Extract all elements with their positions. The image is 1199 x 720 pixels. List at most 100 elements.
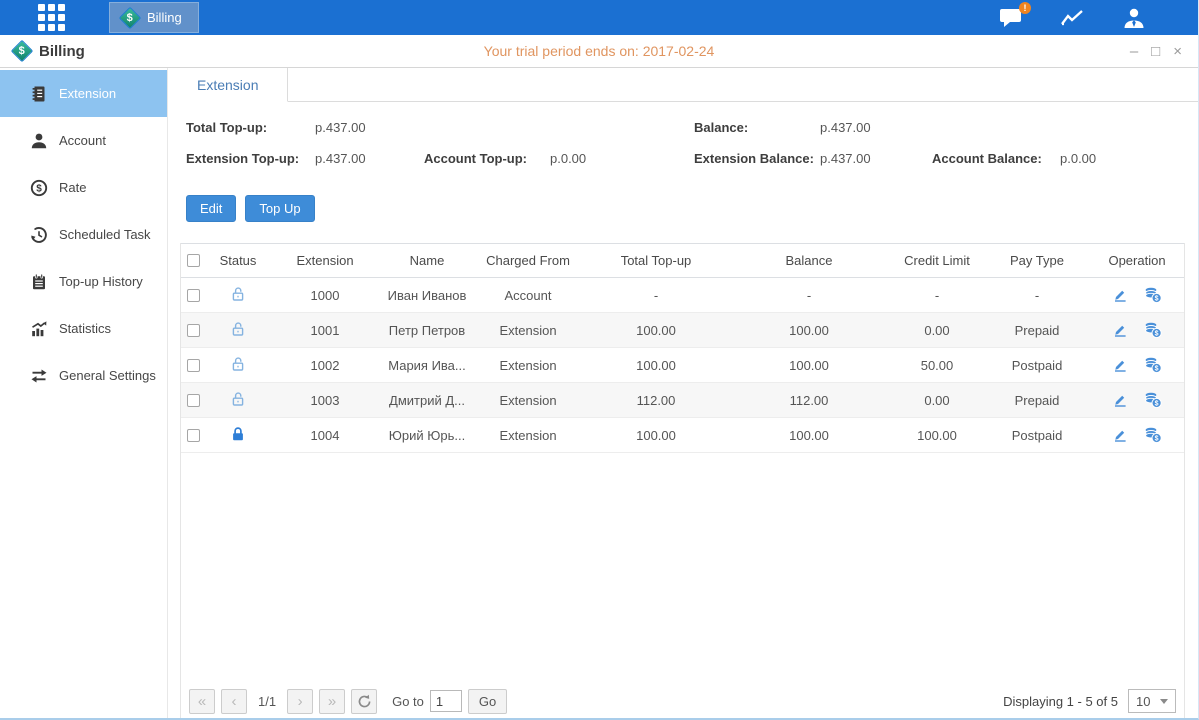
row-checkbox[interactable] bbox=[187, 394, 200, 407]
clock-history-icon bbox=[30, 226, 48, 244]
prev-page-button[interactable]: ‹ bbox=[221, 689, 247, 714]
topbar-app-tab-billing[interactable]: $ Billing bbox=[109, 2, 199, 33]
row-checkbox[interactable] bbox=[187, 429, 200, 442]
close-icon[interactable]: × bbox=[1173, 44, 1182, 59]
top-up-button[interactable]: Top Up bbox=[245, 195, 314, 222]
apps-grid-icon[interactable] bbox=[38, 4, 65, 31]
first-page-button[interactable]: « bbox=[189, 689, 215, 714]
credit-limit-cell: 0.00 bbox=[887, 323, 987, 338]
select-all-checkbox[interactable] bbox=[187, 254, 200, 267]
page-size-value: 10 bbox=[1136, 694, 1150, 709]
svg-text:$: $ bbox=[36, 183, 42, 194]
next-page-button[interactable]: › bbox=[287, 689, 313, 714]
last-page-button[interactable]: » bbox=[319, 689, 345, 714]
pay-type-cell: - bbox=[987, 288, 1087, 303]
table-header: StatusExtensionNameCharged FromTotal Top… bbox=[181, 243, 1184, 278]
account-topup-value: p.0.00 bbox=[550, 151, 586, 166]
column-header: Extension bbox=[271, 253, 379, 268]
balance-cell: 112.00 bbox=[731, 393, 887, 408]
sidebar-item-rate[interactable]: $Rate bbox=[0, 164, 167, 211]
table-row: 1000Иван ИвановAccount----$ bbox=[181, 278, 1184, 313]
name-cell: Юрий Юрь... bbox=[379, 428, 475, 443]
tab-extension[interactable]: Extension bbox=[168, 68, 288, 102]
action-buttons: Edit Top Up bbox=[186, 195, 1198, 222]
edit-icon[interactable] bbox=[1112, 287, 1128, 303]
edit-icon[interactable] bbox=[1112, 427, 1128, 443]
account-topup-label: Account Top-up: bbox=[424, 151, 527, 166]
notepad-icon bbox=[30, 273, 48, 291]
credit-limit-cell: 50.00 bbox=[887, 358, 987, 373]
pay-type-cell: Prepaid bbox=[987, 323, 1087, 338]
edit-icon[interactable] bbox=[1112, 392, 1128, 408]
edit-icon[interactable] bbox=[1112, 322, 1128, 338]
charged-from-cell: Extension bbox=[475, 393, 581, 408]
extension-cell: 1002 bbox=[271, 358, 379, 373]
go-button[interactable]: Go bbox=[468, 689, 507, 714]
edit-icon[interactable] bbox=[1112, 357, 1128, 373]
maximize-icon[interactable]: □ bbox=[1151, 44, 1160, 59]
operation-cell: $ bbox=[1087, 287, 1187, 303]
titlebar: $ Billing Your trial period ends on: 201… bbox=[0, 35, 1198, 68]
column-header: Operation bbox=[1087, 253, 1187, 268]
row-checkbox-cell bbox=[181, 394, 205, 407]
table-row: 1003Дмитрий Д...Extension112.00112.000.0… bbox=[181, 383, 1184, 418]
notification-badge: ! bbox=[1019, 2, 1031, 14]
extension-table: StatusExtensionNameCharged FromTotal Top… bbox=[180, 243, 1185, 718]
page-size-select[interactable]: 10 bbox=[1128, 689, 1176, 713]
top-up-coins-icon[interactable]: $ bbox=[1144, 322, 1162, 338]
title-left: $ Billing bbox=[14, 43, 85, 60]
pagination-controls: « ‹ 1/1 › » Go to Go bbox=[189, 689, 507, 714]
balance-value: p.437.00 bbox=[820, 120, 871, 135]
column-header: Credit Limit bbox=[887, 253, 987, 268]
top-up-coins-icon[interactable]: $ bbox=[1144, 427, 1162, 443]
window-title: Billing bbox=[39, 43, 85, 60]
ledger-icon bbox=[30, 85, 48, 103]
sidebar-item-statistics[interactable]: Statistics bbox=[0, 305, 167, 352]
column-header: Charged From bbox=[475, 253, 581, 268]
sidebar-item-top-up-history[interactable]: Top-up History bbox=[0, 258, 167, 305]
pagination-bar: « ‹ 1/1 › » Go to Go Displaying 1 - 5 of bbox=[181, 684, 1184, 718]
refresh-button[interactable] bbox=[351, 689, 377, 714]
row-checkbox[interactable] bbox=[187, 359, 200, 372]
sidebar-item-scheduled-task[interactable]: Scheduled Task bbox=[0, 211, 167, 258]
status-cell bbox=[205, 286, 271, 305]
extension-cell: 1000 bbox=[271, 288, 379, 303]
top-up-coins-icon[interactable]: $ bbox=[1144, 287, 1162, 303]
transfer-arrows-icon bbox=[30, 367, 48, 385]
extension-balance-value: p.437.00 bbox=[820, 151, 871, 166]
top-up-coins-icon[interactable]: $ bbox=[1144, 392, 1162, 408]
chevron-down-icon bbox=[1160, 699, 1168, 704]
operation-cell: $ bbox=[1087, 427, 1187, 443]
svg-text:$: $ bbox=[1155, 400, 1159, 407]
row-checkbox[interactable] bbox=[187, 289, 200, 302]
balance-label: Balance: bbox=[694, 120, 748, 135]
table-row: 1004Юрий Юрь...Extension100.00100.00100.… bbox=[181, 418, 1184, 453]
page-indicator: 1/1 bbox=[258, 694, 276, 709]
sidebar-item-extension[interactable]: Extension bbox=[0, 70, 167, 117]
charged-from-cell: Extension bbox=[475, 358, 581, 373]
row-checkbox-cell bbox=[181, 324, 205, 337]
lock-closed-icon bbox=[230, 426, 246, 442]
sidebar-item-label: Top-up History bbox=[59, 274, 143, 289]
goto-page-input[interactable] bbox=[430, 690, 462, 712]
row-checkbox-cell bbox=[181, 359, 205, 372]
monitor-chart-icon[interactable] bbox=[1060, 7, 1086, 28]
total-topup-label: Total Top-up: bbox=[186, 120, 267, 135]
minimize-icon[interactable]: – bbox=[1130, 44, 1138, 59]
svg-text:$: $ bbox=[1155, 295, 1159, 302]
sidebar-item-account[interactable]: Account bbox=[0, 117, 167, 164]
messages-icon[interactable]: ! bbox=[999, 7, 1024, 28]
main-content: Extension Total Top-up: p.437.00 Balance… bbox=[168, 68, 1198, 718]
name-cell: Петр Петров bbox=[379, 323, 475, 338]
top-up-coins-icon[interactable]: $ bbox=[1144, 357, 1162, 373]
user-account-icon[interactable] bbox=[1122, 7, 1146, 29]
svg-text:$: $ bbox=[1155, 330, 1159, 337]
sidebar-item-general-settings[interactable]: General Settings bbox=[0, 352, 167, 399]
edit-button[interactable]: Edit bbox=[186, 195, 236, 222]
extension-cell: 1004 bbox=[271, 428, 379, 443]
row-checkbox[interactable] bbox=[187, 324, 200, 337]
displaying-text: Displaying 1 - 5 of 5 bbox=[1003, 694, 1118, 709]
window-controls: – □ × bbox=[1130, 44, 1198, 59]
balance-cell: - bbox=[731, 288, 887, 303]
billing-diamond-icon: $ bbox=[11, 40, 34, 63]
